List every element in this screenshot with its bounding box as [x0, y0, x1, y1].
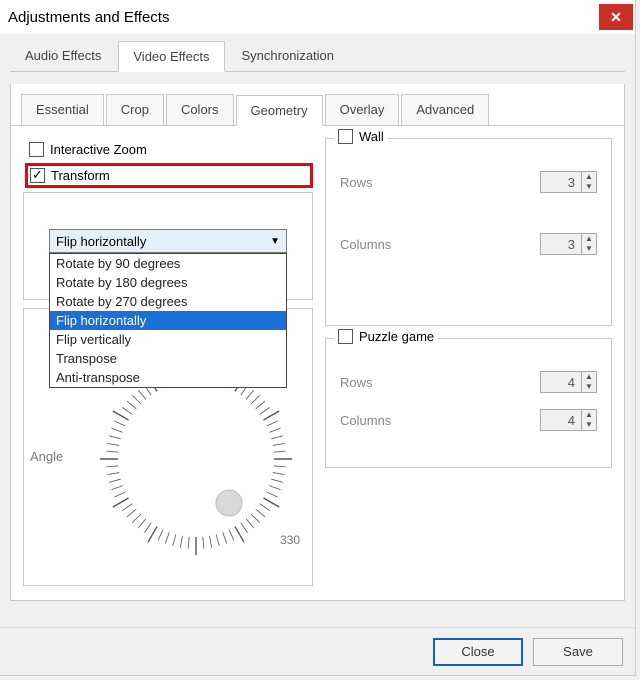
dialog-body: Audio Effects Video Effects Synchronizat… [0, 34, 635, 627]
spinner-down-icon[interactable]: ▼ [582, 420, 596, 430]
puzzle-group: Puzzle game Rows 4 ▲ ▼ [325, 338, 612, 468]
transform-group: Flip horizontally ▼ Rotate by 90 degrees… [23, 192, 313, 300]
left-column: Interactive Zoom Transform Flip horizont… [23, 138, 313, 586]
puzzle-cols-spinner[interactable]: 4 ▲ ▼ [540, 409, 597, 431]
combo-option[interactable]: Anti-transpose [50, 368, 286, 387]
puzzle-cols-row: Columns 4 ▲ ▼ [340, 409, 597, 431]
titlebar: Adjustments and Effects ✕ [0, 0, 635, 34]
wall-cols-label: Columns [340, 237, 391, 252]
dial-knob[interactable] [216, 490, 242, 516]
primary-tabs: Audio Effects Video Effects Synchronizat… [10, 40, 625, 72]
puzzle-checkbox[interactable] [338, 329, 353, 344]
chevron-down-icon: ▼ [270, 236, 280, 247]
tab-video-effects[interactable]: Video Effects [118, 41, 224, 72]
subtab-geometry[interactable]: Geometry [236, 95, 323, 126]
subtab-overlay[interactable]: Overlay [325, 94, 400, 125]
sub-tabs: Essential Crop Colors Geometry Overlay A… [11, 84, 624, 126]
subtab-essential[interactable]: Essential [21, 94, 104, 125]
spinner-down-icon[interactable]: ▼ [582, 244, 596, 254]
combo-option[interactable]: Rotate by 180 degrees [50, 273, 286, 292]
puzzle-rows-row: Rows 4 ▲ ▼ [340, 371, 597, 393]
combo-option[interactable]: Flip horizontally [50, 311, 286, 330]
dial-tick-label: 330 [280, 533, 300, 547]
combo-display[interactable]: Flip horizontally ▼ [49, 229, 287, 253]
transform-label: Transform [51, 168, 110, 183]
dialog-footer: Close Save [0, 627, 635, 675]
wall-cols-spinner[interactable]: 3 ▲ ▼ [540, 233, 597, 255]
spinner-buttons: ▲ ▼ [581, 372, 596, 392]
wall-rows-label: Rows [340, 175, 373, 190]
spinner-down-icon[interactable]: ▼ [582, 182, 596, 192]
puzzle-title-row[interactable]: Puzzle game [334, 329, 438, 344]
window-title: Adjustments and Effects [8, 9, 169, 26]
wall-rows-spinner[interactable]: 3 ▲ ▼ [540, 171, 597, 193]
transform-highlight: Transform [25, 163, 313, 188]
wall-title: Wall [359, 129, 384, 144]
wall-rows-row: Rows 3 ▲ ▼ [340, 171, 597, 193]
interactive-zoom-label: Interactive Zoom [50, 142, 147, 157]
combo-option[interactable]: Flip vertically [50, 330, 286, 349]
combo-selected-text: Flip horizontally [56, 234, 146, 249]
puzzle-rows-spinner[interactable]: 4 ▲ ▼ [540, 371, 597, 393]
save-button[interactable]: Save [533, 638, 623, 666]
combo-option[interactable]: Transpose [50, 349, 286, 368]
geometry-content: Interactive Zoom Transform Flip horizont… [11, 126, 624, 598]
spinner-buttons: ▲ ▼ [581, 410, 596, 430]
subtab-advanced[interactable]: Advanced [401, 94, 489, 125]
close-icon[interactable]: ✕ [599, 4, 633, 30]
interactive-zoom-row[interactable]: Interactive Zoom [29, 142, 313, 157]
wall-group: Wall Rows 3 ▲ ▼ [325, 138, 612, 326]
angle-label: Angle [30, 449, 63, 464]
right-column: Wall Rows 3 ▲ ▼ [325, 138, 612, 586]
subtab-colors[interactable]: Colors [166, 94, 234, 125]
video-effects-panel: Essential Crop Colors Geometry Overlay A… [10, 84, 625, 601]
spinner-up-icon[interactable]: ▲ [582, 172, 596, 182]
tab-audio-effects[interactable]: Audio Effects [10, 40, 116, 71]
interactive-zoom-checkbox[interactable] [29, 142, 44, 157]
transform-combo[interactable]: Flip horizontally ▼ Rotate by 90 degrees… [49, 229, 287, 253]
tab-synchronization[interactable]: Synchronization [227, 40, 350, 71]
wall-cols-row: Columns 3 ▲ ▼ [340, 233, 597, 255]
puzzle-cols-value[interactable]: 4 [541, 413, 581, 428]
spinner-up-icon[interactable]: ▲ [582, 410, 596, 420]
spinner-up-icon[interactable]: ▲ [582, 372, 596, 382]
wall-title-row[interactable]: Wall [334, 129, 388, 144]
subtab-crop[interactable]: Crop [106, 94, 164, 125]
combo-dropdown: Rotate by 90 degrees Rotate by 180 degre… [49, 253, 287, 388]
close-button[interactable]: Close [433, 638, 523, 666]
puzzle-title: Puzzle game [359, 329, 434, 344]
spinner-buttons: ▲ ▼ [581, 172, 596, 192]
spinner-buttons: ▲ ▼ [581, 234, 596, 254]
puzzle-cols-label: Columns [340, 413, 391, 428]
spinner-down-icon[interactable]: ▼ [582, 382, 596, 392]
transform-checkbox[interactable] [30, 168, 45, 183]
puzzle-rows-label: Rows [340, 375, 373, 390]
dialog-window: Adjustments and Effects ✕ Audio Effects … [0, 0, 636, 676]
wall-checkbox[interactable] [338, 129, 353, 144]
wall-rows-value[interactable]: 3 [541, 175, 581, 190]
combo-option[interactable]: Rotate by 270 degrees [50, 292, 286, 311]
wall-cols-value[interactable]: 3 [541, 237, 581, 252]
combo-option[interactable]: Rotate by 90 degrees [50, 254, 286, 273]
puzzle-rows-value[interactable]: 4 [541, 375, 581, 390]
spinner-up-icon[interactable]: ▲ [582, 234, 596, 244]
